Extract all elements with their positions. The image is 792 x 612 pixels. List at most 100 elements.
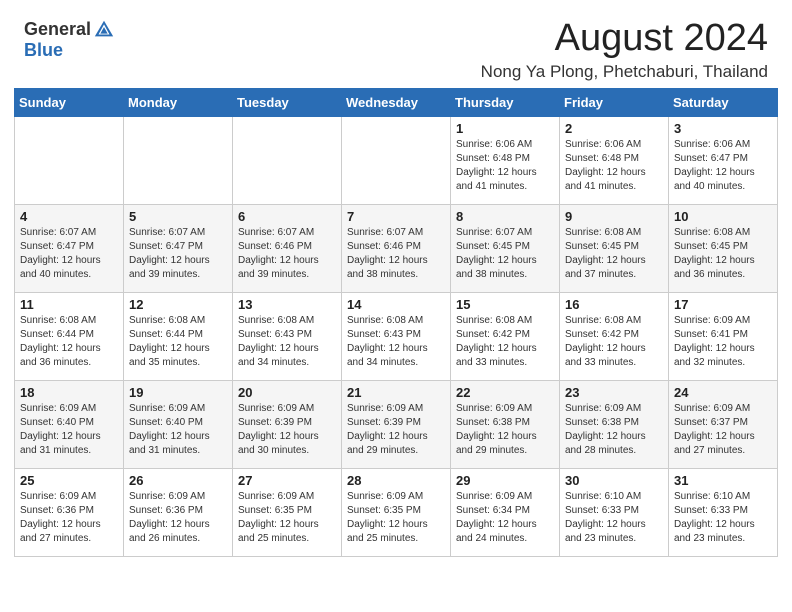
calendar-day-cell: 24 Sunrise: 6:09 AM Sunset: 6:37 PM Dayli… [669, 380, 778, 468]
day-info: Sunrise: 6:09 AM Sunset: 6:35 PM Dayligh… [347, 490, 445, 546]
calendar-day-cell: 20Sunrise: 6:09 AM Sunset: 6:39 PM Dayli… [233, 380, 342, 468]
day-number: 30 [565, 473, 663, 488]
day-info: Sunrise: 6:08 AM Sunset: 6:43 PM Dayligh… [238, 314, 336, 370]
calendar-day-cell: 13 Sunrise: 6:08 AM Sunset: 6:43 PM Dayli… [233, 292, 342, 380]
calendar-day-cell [342, 116, 451, 204]
calendar-day-cell: 10 Sunrise: 6:08 AM Sunset: 6:45 PM Dayli… [669, 204, 778, 292]
day-number: 18 [20, 385, 118, 400]
calendar-day-cell: 17Sunrise: 6:09 AM Sunset: 6:41 PM Dayli… [669, 292, 778, 380]
calendar-day-cell: 28Sunrise: 6:09 AM Sunset: 6:35 PM Dayli… [342, 468, 451, 556]
day-info: Sunrise: 6:08 AM Sunset: 6:45 PM Dayligh… [565, 226, 663, 282]
calendar-day-cell: 19 Sunrise: 6:09 AM Sunset: 6:40 PM Dayli… [124, 380, 233, 468]
calendar-day-cell: 15Sunrise: 6:08 AM Sunset: 6:42 PM Dayli… [451, 292, 560, 380]
calendar-day-cell: 30 Sunrise: 6:10 AM Sunset: 6:33 PM Dayli… [560, 468, 669, 556]
calendar-day-cell: 27 Sunrise: 6:09 AM Sunset: 6:35 PM Dayli… [233, 468, 342, 556]
calendar-day-cell: 16 Sunrise: 6:08 AM Sunset: 6:42 PM Dayli… [560, 292, 669, 380]
day-info: Sunrise: 6:07 AM Sunset: 6:46 PM Dayligh… [238, 226, 336, 282]
day-number: 3 [674, 121, 772, 136]
calendar-week-row: 25Sunrise: 6:09 AM Sunset: 6:36 PM Dayli… [15, 468, 778, 556]
day-info: Sunrise: 6:07 AM Sunset: 6:46 PM Dayligh… [347, 226, 445, 282]
day-info: Sunrise: 6:09 AM Sunset: 6:39 PM Dayligh… [347, 402, 445, 458]
calendar-day-cell: 14 Sunrise: 6:08 AM Sunset: 6:43 PM Dayli… [342, 292, 451, 380]
calendar-day-cell: 3 Sunrise: 6:06 AM Sunset: 6:47 PM Daylig… [669, 116, 778, 204]
day-number: 1 [456, 121, 554, 136]
calendar-day-cell: 25Sunrise: 6:09 AM Sunset: 6:36 PM Dayli… [15, 468, 124, 556]
title-block: August 2024 Nong Ya Plong, Phetchaburi, … [481, 18, 768, 82]
weekday-header-cell: Saturday [669, 88, 778, 116]
day-number: 29 [456, 473, 554, 488]
calendar-day-cell: 18 Sunrise: 6:09 AM Sunset: 6:40 PM Dayli… [15, 380, 124, 468]
calendar-day-cell: 11 Sunrise: 6:08 AM Sunset: 6:44 PM Dayli… [15, 292, 124, 380]
calendar-day-cell [15, 116, 124, 204]
day-info: Sunrise: 6:09 AM Sunset: 6:37 PM Dayligh… [674, 402, 772, 458]
day-number: 5 [129, 209, 227, 224]
day-info: Sunrise: 6:07 AM Sunset: 6:47 PM Dayligh… [129, 226, 227, 282]
month-title: August 2024 [481, 18, 768, 60]
day-number: 9 [565, 209, 663, 224]
weekday-header-cell: Thursday [451, 88, 560, 116]
calendar-day-cell: 1Sunrise: 6:06 AM Sunset: 6:48 PM Daylig… [451, 116, 560, 204]
day-number: 4 [20, 209, 118, 224]
day-number: 21 [347, 385, 445, 400]
day-number: 8 [456, 209, 554, 224]
logo: General Blue [24, 18, 115, 61]
calendar-week-row: 11 Sunrise: 6:08 AM Sunset: 6:44 PM Dayli… [15, 292, 778, 380]
calendar-day-cell [124, 116, 233, 204]
location-title: Nong Ya Plong, Phetchaburi, Thailand [481, 62, 768, 82]
calendar-wrapper: SundayMondayTuesdayWednesdayThursdayFrid… [0, 88, 792, 567]
day-number: 6 [238, 209, 336, 224]
day-info: Sunrise: 6:08 AM Sunset: 6:44 PM Dayligh… [129, 314, 227, 370]
calendar-table: SundayMondayTuesdayWednesdayThursdayFrid… [14, 88, 778, 557]
weekday-header-row: SundayMondayTuesdayWednesdayThursdayFrid… [15, 88, 778, 116]
weekday-header-cell: Monday [124, 88, 233, 116]
day-info: Sunrise: 6:10 AM Sunset: 6:33 PM Dayligh… [674, 490, 772, 546]
calendar-day-cell: 31 Sunrise: 6:10 AM Sunset: 6:33 PM Dayli… [669, 468, 778, 556]
day-info: Sunrise: 6:07 AM Sunset: 6:45 PM Dayligh… [456, 226, 554, 282]
day-info: Sunrise: 6:09 AM Sunset: 6:34 PM Dayligh… [456, 490, 554, 546]
calendar-day-cell: 22Sunrise: 6:09 AM Sunset: 6:38 PM Dayli… [451, 380, 560, 468]
weekday-header-cell: Sunday [15, 88, 124, 116]
calendar-day-cell [233, 116, 342, 204]
day-number: 7 [347, 209, 445, 224]
day-info: Sunrise: 6:09 AM Sunset: 6:36 PM Dayligh… [20, 490, 118, 546]
day-info: Sunrise: 6:06 AM Sunset: 6:47 PM Dayligh… [674, 138, 772, 194]
calendar-day-cell: 4Sunrise: 6:07 AM Sunset: 6:47 PM Daylig… [15, 204, 124, 292]
day-info: Sunrise: 6:08 AM Sunset: 6:44 PM Dayligh… [20, 314, 118, 370]
day-info: Sunrise: 6:08 AM Sunset: 6:45 PM Dayligh… [674, 226, 772, 282]
day-info: Sunrise: 6:09 AM Sunset: 6:36 PM Dayligh… [129, 490, 227, 546]
weekday-header-cell: Wednesday [342, 88, 451, 116]
day-info: Sunrise: 6:09 AM Sunset: 6:40 PM Dayligh… [129, 402, 227, 458]
day-info: Sunrise: 6:09 AM Sunset: 6:38 PM Dayligh… [565, 402, 663, 458]
calendar-week-row: 18 Sunrise: 6:09 AM Sunset: 6:40 PM Dayli… [15, 380, 778, 468]
calendar-body: 1 Sunrise: 6:06 AM Sunset: 6:48 PM Daylig… [15, 116, 778, 556]
day-info: Sunrise: 6:06 AM Sunset: 6:48 PM Dayligh… [565, 138, 663, 194]
day-number: 13 [238, 297, 336, 312]
day-info: Sunrise: 6:09 AM Sunset: 6:38 PM Dayligh… [456, 402, 554, 458]
day-number: 27 [238, 473, 336, 488]
day-info: Sunrise: 6:09 AM Sunset: 6:41 PM Dayligh… [674, 314, 772, 370]
calendar-week-row: 1 Sunrise: 6:06 AM Sunset: 6:48 PM Daylig… [15, 116, 778, 204]
calendar-week-row: 4 Sunrise: 6:07 AM Sunset: 6:47 PM Daylig… [15, 204, 778, 292]
day-number: 24 [674, 385, 772, 400]
weekday-header-cell: Friday [560, 88, 669, 116]
day-info: Sunrise: 6:08 AM Sunset: 6:43 PM Dayligh… [347, 314, 445, 370]
calendar-day-cell: 12 Sunrise: 6:08 AM Sunset: 6:44 PM Dayli… [124, 292, 233, 380]
day-info: Sunrise: 6:09 AM Sunset: 6:40 PM Dayligh… [20, 402, 118, 458]
calendar-day-cell: 7 Sunrise: 6:07 AM Sunset: 6:46 PM Daylig… [342, 204, 451, 292]
day-number: 12 [129, 297, 227, 312]
day-info: Sunrise: 6:10 AM Sunset: 6:33 PM Dayligh… [565, 490, 663, 546]
calendar-day-cell: 8 Sunrise: 6:07 AM Sunset: 6:45 PM Daylig… [451, 204, 560, 292]
day-number: 26 [129, 473, 227, 488]
day-info: Sunrise: 6:08 AM Sunset: 6:42 PM Dayligh… [565, 314, 663, 370]
calendar-day-cell: 5 Sunrise: 6:07 AM Sunset: 6:47 PM Daylig… [124, 204, 233, 292]
calendar-day-cell: 9 Sunrise: 6:08 AM Sunset: 6:45 PM Daylig… [560, 204, 669, 292]
day-number: 19 [129, 385, 227, 400]
day-number: 11 [20, 297, 118, 312]
calendar-day-cell: 26 Sunrise: 6:09 AM Sunset: 6:36 PM Dayli… [124, 468, 233, 556]
day-info: Sunrise: 6:09 AM Sunset: 6:35 PM Dayligh… [238, 490, 336, 546]
day-number: 10 [674, 209, 772, 224]
day-number: 16 [565, 297, 663, 312]
day-number: 14 [347, 297, 445, 312]
calendar-day-cell: 6 Sunrise: 6:07 AM Sunset: 6:46 PM Daylig… [233, 204, 342, 292]
day-number: 31 [674, 473, 772, 488]
